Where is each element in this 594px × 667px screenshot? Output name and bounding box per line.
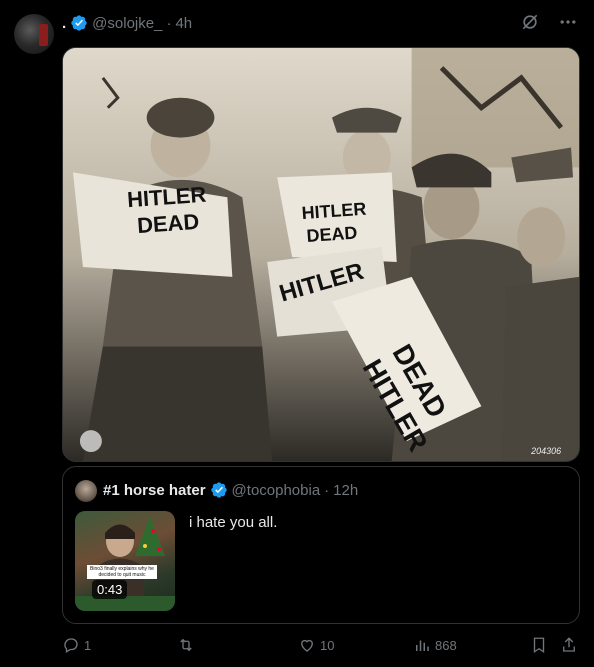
reply-icon: [64, 638, 78, 653]
like-button[interactable]: 10: [298, 636, 334, 654]
action-bar: 1 10 868: [62, 636, 580, 658]
views-button[interactable]: 868: [413, 636, 457, 654]
grok-icon[interactable]: [520, 12, 540, 32]
quoted-post-timestamp[interactable]: 12h: [333, 482, 358, 499]
quoted-video-thumbnail[interactable]: Bino3 finally explains why he decided to…: [75, 511, 175, 611]
top-actions: [520, 12, 578, 32]
post-header: . @solojke_ · 4h: [62, 12, 192, 34]
video-duration: 0:43: [92, 580, 128, 599]
quoted-author-handle[interactable]: @tocophobia: [232, 482, 321, 499]
author-name[interactable]: .: [62, 15, 66, 32]
post-photo[interactable]: HITLER DEAD HITLER DEAD HITLER HITLER DE…: [62, 47, 580, 462]
quoted-header-separator: ·: [324, 481, 330, 499]
quoted-post-header: #1 horse hater @tocophobia · 12h: [103, 481, 358, 499]
share-icon: [563, 637, 575, 652]
video-caption: Bino3 finally explains why he decided to…: [87, 565, 157, 579]
header-separator: ·: [166, 14, 172, 32]
quoted-post-text: i hate you all.: [189, 514, 278, 531]
more-options-icon[interactable]: [558, 12, 578, 32]
verified-badge-icon: [71, 15, 87, 31]
views-chart-icon: [416, 640, 429, 651]
author-avatar[interactable]: [14, 14, 54, 54]
author-handle[interactable]: @solojke_: [92, 15, 162, 32]
newspaper-headline-2b: DEAD: [306, 223, 358, 246]
quoted-author-avatar[interactable]: [75, 480, 97, 502]
newspaper-headline-1b: DEAD: [136, 209, 200, 238]
repost-icon: [180, 638, 192, 652]
views-count: 868: [435, 637, 457, 653]
like-count: 10: [320, 637, 335, 653]
bookmark-icon: [533, 637, 545, 654]
quoted-author-name[interactable]: #1 horse hater: [103, 482, 206, 499]
bookmark-button[interactable]: [530, 636, 552, 654]
reply-count: 1: [84, 637, 92, 653]
verified-badge-icon: [210, 482, 227, 498]
photo-image: HITLER DEAD HITLER DEAD HITLER HITLER DE…: [63, 48, 579, 461]
repost-button[interactable]: [177, 636, 199, 654]
reply-button[interactable]: 1: [62, 636, 91, 654]
share-button[interactable]: [560, 636, 582, 654]
quoted-post[interactable]: #1 horse hater @tocophobia · 12h Bino3 f…: [62, 466, 580, 624]
heart-icon: [301, 639, 313, 652]
photo-corner-number: 204306: [530, 446, 561, 456]
post-timestamp[interactable]: 4h: [175, 15, 192, 32]
